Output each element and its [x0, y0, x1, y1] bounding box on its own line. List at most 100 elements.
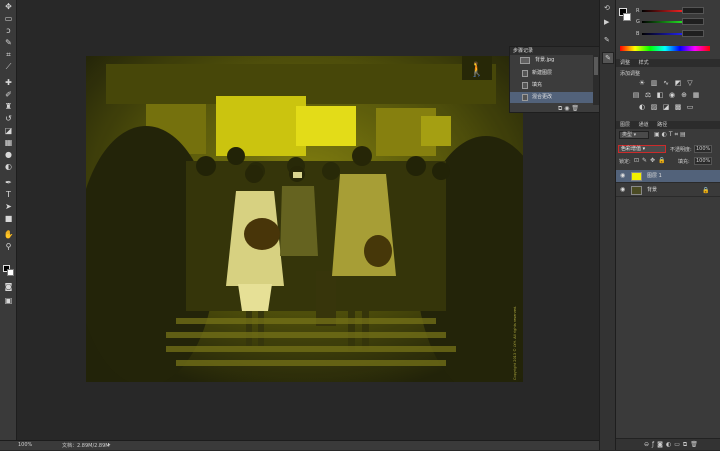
history-step-icon — [522, 70, 528, 77]
dodge-icon[interactable]: ◐ — [3, 162, 14, 172]
eye-icon[interactable]: ◉ — [620, 187, 625, 193]
green-slider[interactable] — [642, 21, 682, 23]
tab-styles[interactable]: 样式 — [639, 60, 649, 66]
layer-thumbnail — [631, 172, 642, 181]
opacity-field[interactable]: 100% — [694, 145, 712, 153]
blue-value-field[interactable] — [682, 30, 704, 37]
levels-icon[interactable]: ▥ — [650, 80, 658, 87]
blue-slider[interactable] — [642, 33, 682, 35]
color-balance-icon[interactable]: ⚖ — [644, 92, 652, 99]
curves-icon[interactable]: ∿ — [662, 80, 670, 87]
color-lookup-icon[interactable]: ▦ — [692, 92, 700, 99]
hand-icon[interactable]: ✋ — [3, 230, 14, 240]
color-spectrum-bar[interactable] — [620, 46, 710, 51]
selective-color-icon[interactable]: ▩ — [674, 104, 682, 111]
black-white-icon[interactable]: ◧ — [656, 92, 664, 99]
layers-footer-icons: ⊖ƒ◙◐▭⧉🗑 — [616, 438, 720, 450]
history-step-icon — [522, 94, 528, 101]
layer-filter-icons[interactable]: ▣◐T⌗▤ — [654, 131, 688, 139]
zoom-icon[interactable]: ⚲ — [3, 242, 14, 252]
lock-icons[interactable]: ⊡✎✥🔒 — [634, 157, 669, 164]
brush-icon[interactable]: ✐ — [3, 90, 14, 100]
threshold-icon[interactable]: ◪ — [662, 104, 670, 111]
pen-icon[interactable]: ✒ — [3, 178, 14, 188]
history-panel-icon[interactable]: ⟲ — [604, 4, 610, 12]
tools-panel: ✥ ▭ ↄ ✎ ⌗ ⟋ ✚ ✐ ♜ ↺ ◪ ▦ ● ◐ ✒ T ➤ ■ ✋ ⚲ … — [0, 0, 17, 450]
quick-mask-icon[interactable]: ◙ — [3, 282, 14, 292]
path-select-icon[interactable]: ➤ — [3, 202, 14, 212]
history-item[interactable]: 填充 — [510, 80, 594, 91]
adjustment-layer-icon[interactable]: ◐ — [666, 441, 674, 448]
new-document-from-state-icon[interactable]: ⧉ — [558, 105, 562, 112]
brush-presets-icon[interactable]: ✎ — [604, 36, 610, 44]
screen-mode-icon[interactable]: ▣ — [3, 296, 14, 306]
history-item[interactable]: 新建图层 — [510, 68, 594, 79]
tab-paths[interactable]: 路径 — [657, 122, 667, 128]
layer-filter-kind[interactable]: 类型 ▾ — [619, 131, 649, 139]
link-layers-icon[interactable]: ⊖ — [644, 441, 652, 448]
gradient-map-icon[interactable]: ▭ — [686, 104, 694, 111]
history-item-selected[interactable]: 混合更改 — [510, 92, 594, 103]
hue-saturation-icon[interactable]: ▤ — [632, 92, 640, 99]
background-swatch[interactable] — [623, 13, 631, 21]
history-step-icon — [522, 82, 528, 89]
brightness-icon[interactable]: ☀ — [638, 80, 646, 87]
tab-layers[interactable]: 图层 — [620, 122, 630, 128]
color-panel: R G B — [616, 0, 720, 56]
right-panels: R G B 调整 样式 添加调整 ☀ ▥ ∿ ◩ ▽ ▤ ⚖ ◧ ◉ ⊕ ▦ ◐… — [616, 0, 720, 450]
eraser-icon[interactable]: ◪ — [3, 126, 14, 136]
vibrance-icon[interactable]: ▽ — [686, 80, 694, 87]
fill-field[interactable]: 100% — [694, 157, 712, 165]
red-slider[interactable] — [642, 10, 682, 12]
add-mask-icon[interactable]: ◙ — [657, 441, 666, 448]
healing-icon[interactable]: ✚ — [3, 78, 14, 88]
history-panel: 步骤记录 背景.jpg 新建图层 填充 混合更改 ⧉ ◉ 🗑 — [509, 46, 601, 113]
history-panel-title: 步骤记录 — [510, 47, 600, 55]
trash-icon[interactable]: 🗑 — [690, 441, 701, 448]
type-icon[interactable]: T — [3, 190, 14, 200]
tab-adjustments[interactable]: 调整 — [620, 60, 630, 66]
zoom-level[interactable]: 100% — [18, 442, 32, 448]
layer-row-selected[interactable]: ◉ 图层 1 — [616, 170, 720, 183]
blend-mode-select[interactable]: 色彩增值 ▾ — [618, 145, 666, 153]
red-value-field[interactable] — [682, 7, 704, 14]
trash-icon[interactable]: 🗑 — [571, 105, 579, 112]
posterize-icon[interactable]: ▨ — [650, 104, 658, 111]
layer-thumbnail — [631, 186, 642, 195]
layers-panel-tabs: 图层 通道 路径 — [616, 121, 720, 129]
exposure-icon[interactable]: ◩ — [674, 80, 682, 87]
document-info: 文档：2.89M/2.89M — [62, 443, 110, 449]
move-icon[interactable]: ✥ — [3, 2, 14, 12]
green-value-field[interactable] — [682, 18, 704, 25]
tab-channels[interactable]: 通道 — [639, 122, 649, 128]
crop-icon[interactable]: ⌗ — [3, 50, 14, 60]
blue-label: B — [636, 31, 640, 37]
eye-icon[interactable]: ◉ — [620, 173, 625, 179]
green-label: G — [636, 19, 640, 25]
panel-dock-strip: ⟲ ▶ ✎ ✎ — [599, 0, 616, 450]
channel-mixer-icon[interactable]: ⊕ — [680, 92, 688, 99]
history-brush-icon[interactable]: ↺ — [3, 114, 14, 124]
group-icon[interactable]: ▭ — [674, 441, 683, 448]
lasso-icon[interactable]: ↄ — [3, 26, 14, 36]
photo-filter-icon[interactable]: ◉ — [668, 92, 676, 99]
layer-row[interactable]: ◉ 背景 🔒 — [616, 184, 720, 197]
history-item[interactable]: 背景.jpg — [510, 55, 594, 66]
marquee-icon[interactable]: ▭ — [3, 14, 14, 24]
eyedropper-icon[interactable]: ⟋ — [3, 62, 14, 72]
gradient-icon[interactable]: ▦ — [3, 138, 14, 148]
fill-label: 填充: — [678, 159, 690, 165]
blur-icon[interactable]: ● — [3, 150, 14, 160]
camera-icon[interactable]: ◉ — [564, 105, 569, 112]
status-arrow-icon[interactable]: ▸ — [108, 442, 111, 448]
document-canvas[interactable]: 🚶 Copyright 2013 © LYH. All rights reser… — [86, 56, 523, 382]
invert-icon[interactable]: ◐ — [638, 104, 646, 111]
background-color-swatch[interactable] — [7, 269, 14, 276]
quick-select-icon[interactable]: ✎ — [3, 38, 14, 48]
tool-presets-icon[interactable]: ✎ — [602, 52, 614, 64]
shape-icon[interactable]: ■ — [3, 214, 14, 224]
add-adjustment-label: 添加调整 — [620, 71, 641, 77]
clone-stamp-icon[interactable]: ♜ — [3, 102, 14, 112]
opacity-label: 不透明度: — [670, 147, 692, 153]
actions-panel-icon[interactable]: ▶ — [604, 18, 609, 26]
